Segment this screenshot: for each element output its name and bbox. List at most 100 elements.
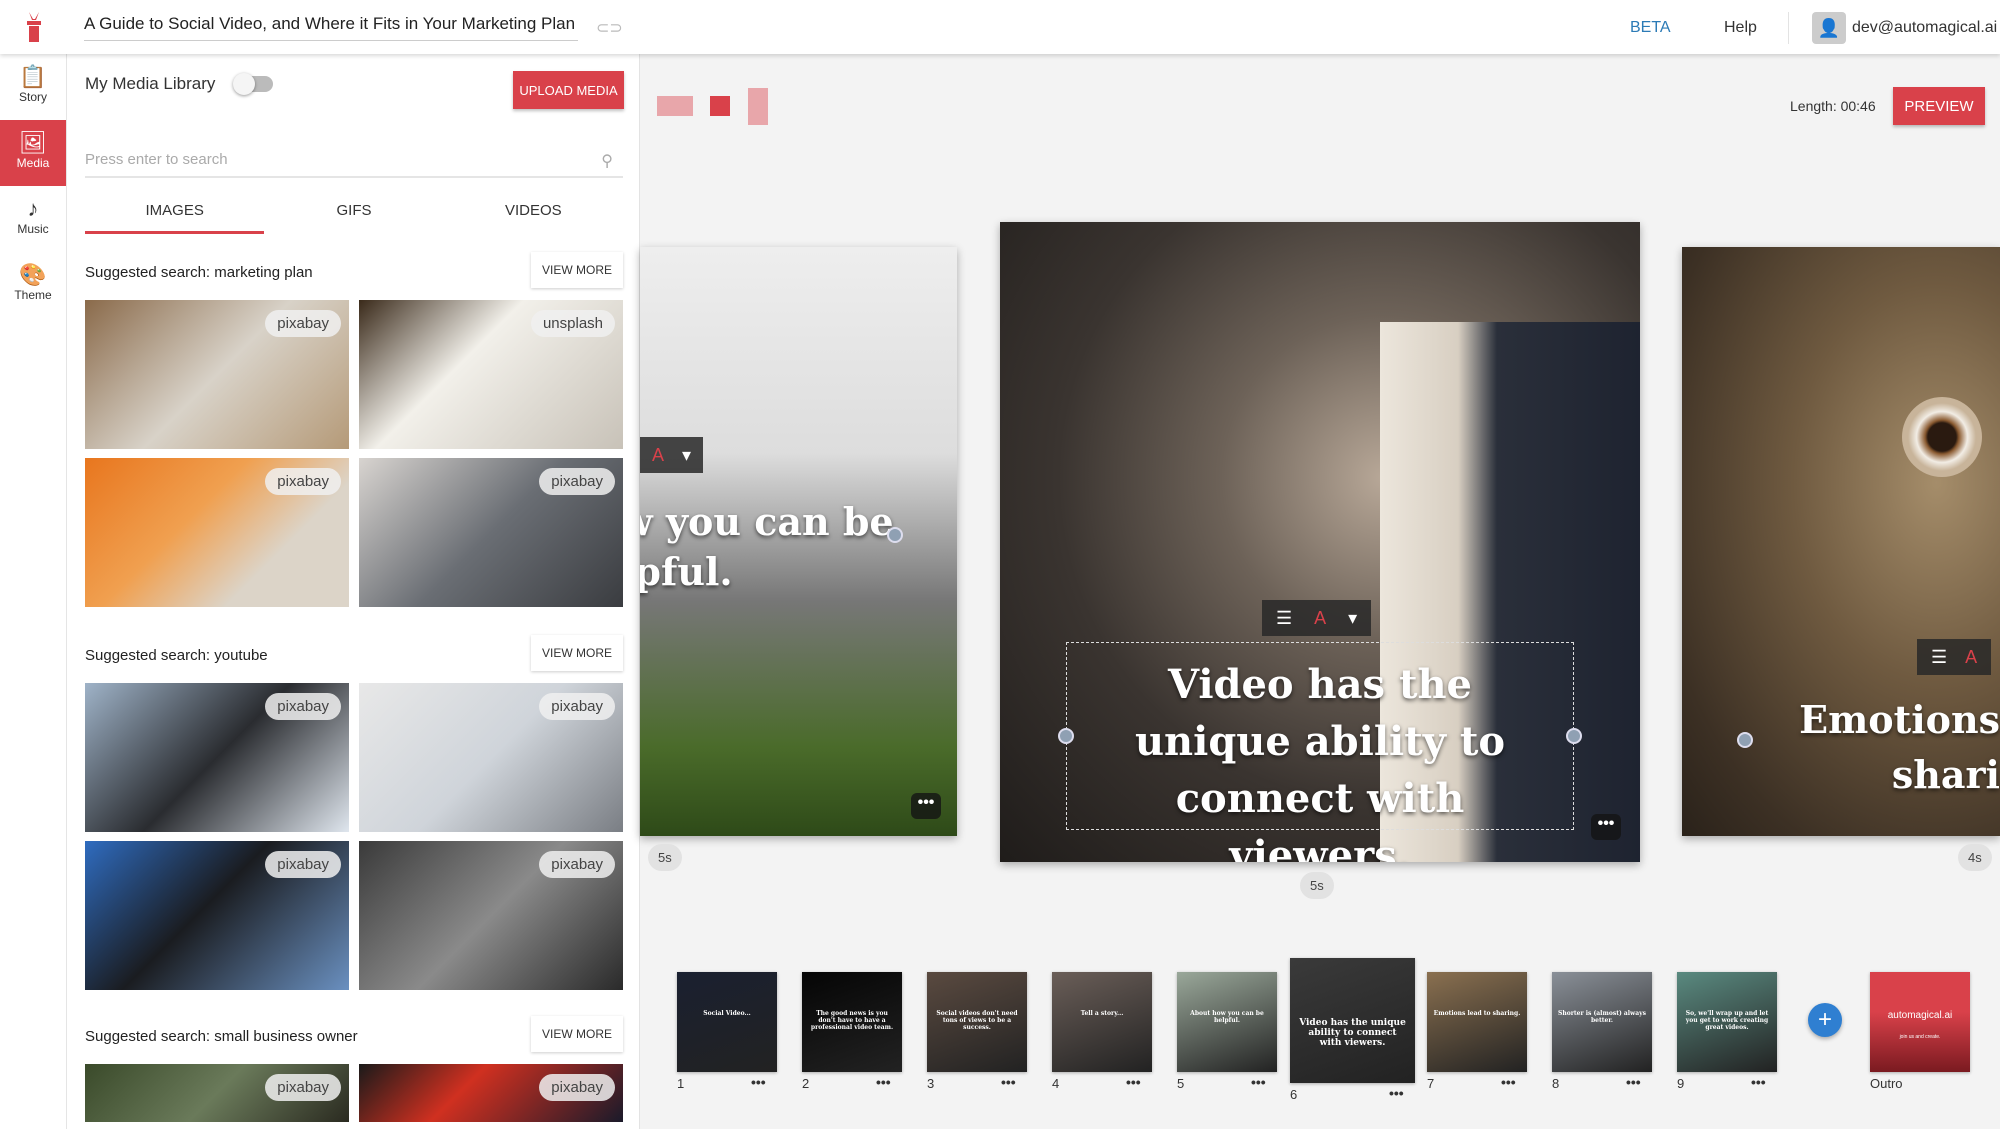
media-image[interactable]: pixabay — [359, 1064, 623, 1122]
slide-thumbnail[interactable]: Tell a story... — [1052, 972, 1152, 1072]
resize-handle-left[interactable] — [1058, 728, 1074, 744]
clipboard-icon: 📋 — [19, 64, 47, 89]
chevron-down-icon[interactable]: ▾ — [682, 445, 691, 466]
slide-text[interactable]: Emotions shari — [1780, 692, 2000, 802]
slide-card-current[interactable]: ☰ A ▾ Video has the unique ability to conn… — [1000, 222, 1640, 862]
text-toolbar: ☰ A — [1917, 639, 1992, 675]
slide-menu-button[interactable]: ••• — [751, 1074, 766, 1090]
slide-thumbnail[interactable]: Shorter is (almost) always better. — [1552, 972, 1652, 1072]
slide-menu-button[interactable]: ••• — [1001, 1074, 1016, 1090]
slide-thumbnail[interactable]: Video has the unique ability to connect … — [1290, 958, 1415, 1083]
slide-thumbnail[interactable]: So, we'll wrap up and let you get to wor… — [1677, 972, 1777, 1072]
media-image[interactable]: pixabay — [85, 841, 349, 990]
media-image[interactable]: pixabay — [359, 841, 623, 990]
chevron-down-icon[interactable]: ▾ — [1348, 608, 1357, 629]
media-image[interactable]: pixabay — [85, 1064, 349, 1122]
view-more-button[interactable]: VIEW MORE — [531, 1016, 623, 1052]
source-badge: pixabay — [265, 310, 341, 337]
sidebar-item-theme[interactable]: 🎨 Theme — [0, 252, 66, 318]
sidebar-item-media[interactable]: 🖼 Media — [0, 120, 66, 186]
tab-gifs[interactable]: GIFS — [264, 194, 443, 234]
slide-number: 5 — [1177, 1076, 1185, 1091]
slide-menu-button[interactable]: ••• — [1251, 1074, 1266, 1090]
indent-icon[interactable]: ☰ — [1931, 647, 1947, 668]
layout-square-icon[interactable] — [710, 96, 730, 116]
thumbnail-text: About how you can be helpful. — [1190, 1010, 1264, 1024]
my-media-library-toggle[interactable] — [233, 73, 273, 95]
layout-portrait-icon[interactable] — [748, 88, 768, 125]
thumbnail-text: Social videos don't need tons of views t… — [936, 1010, 1018, 1031]
sidebar-item-music[interactable]: ♪ Music — [0, 186, 66, 252]
media-image[interactable]: pixabay — [359, 683, 623, 832]
view-more-button[interactable]: VIEW MORE — [531, 252, 623, 288]
editor-area: Length: 00:46 PREVIEW A▾ w you can be lp… — [640, 54, 2000, 1129]
tab-images[interactable]: IMAGES — [85, 194, 265, 234]
resize-handle[interactable] — [1737, 732, 1753, 748]
tab-videos[interactable]: VIDEOS — [444, 194, 623, 234]
media-image[interactable]: pixabay — [85, 458, 349, 607]
slide-duration[interactable]: 4s — [1958, 844, 1992, 871]
thumbnail-text: Shorter is (almost) always better. — [1558, 1010, 1646, 1024]
slide-thumbnail[interactable]: Social Video... — [677, 972, 777, 1072]
help-link[interactable]: Help — [1724, 19, 1757, 37]
link-icon[interactable]: ⊂⊃ — [596, 18, 623, 38]
thumbnail-text: Social Video... — [703, 1010, 751, 1017]
slide-text[interactable]: Video has the unique ability to connect … — [1090, 656, 1550, 862]
top-bar: A Guide to Social Video, and Where it Fi… — [0, 0, 2000, 54]
slide-duration[interactable]: 5s — [648, 844, 682, 871]
indent-icon[interactable]: ☰ — [1276, 608, 1292, 629]
slide-thumbnail[interactable]: The good news is you don't have to have … — [802, 972, 902, 1072]
slide-menu-button[interactable]: ••• — [1126, 1074, 1141, 1090]
media-image[interactable]: pixabay — [359, 458, 623, 607]
media-image[interactable]: unsplash — [359, 300, 623, 449]
sidebar-item-label: Music — [17, 222, 49, 236]
view-more-button[interactable]: VIEW MORE — [531, 635, 623, 671]
slide-text[interactable]: w you can be lpful. — [640, 497, 894, 597]
slide-background-image — [1902, 397, 1982, 477]
slide-menu-button[interactable]: ••• — [1501, 1074, 1516, 1090]
resize-handle[interactable] — [887, 527, 903, 543]
beta-link[interactable]: BETA — [1630, 19, 1671, 37]
slide-thumbnail[interactable]: About how you can be helpful. — [1177, 972, 1277, 1072]
video-title-input[interactable]: A Guide to Social Video, and Where it Fi… — [84, 14, 578, 41]
slide-number: 3 — [927, 1076, 935, 1091]
search-input[interactable]: Press enter to search ⚲ — [85, 146, 623, 178]
user-email[interactable]: dev@automagical.ai — [1852, 19, 1997, 37]
my-media-library-label: My Media Library — [85, 74, 216, 93]
sidebar-item-story[interactable]: 📋 Story — [0, 54, 66, 120]
slide-number: 2 — [802, 1076, 810, 1091]
media-panel: My Media Library UPLOAD MEDIA Press ente… — [67, 54, 640, 1129]
slide-card-previous[interactable]: A ▾ w you can be lpful. ••• — [640, 247, 957, 836]
add-slide-button[interactable]: + — [1808, 1003, 1842, 1037]
slide-more-button[interactable]: ••• — [1591, 814, 1621, 840]
text-color-icon[interactable]: A — [652, 445, 664, 466]
sidebar-item-label: Theme — [14, 288, 52, 302]
text-color-icon[interactable]: A — [1314, 608, 1326, 629]
suggested-search-title: Suggested search: marketing plan — [85, 264, 313, 281]
outro-tagline: join us and create. — [1899, 1034, 1941, 1040]
search-placeholder: Press enter to search — [85, 151, 228, 168]
slide-card-next[interactable]: ☰ A Emotions shari — [1682, 247, 2000, 836]
avatar[interactable]: 👤 — [1812, 12, 1846, 44]
slide-menu-button[interactable]: ••• — [1389, 1085, 1404, 1101]
slide-thumbnail[interactable]: Emotions lead to sharing. — [1427, 972, 1527, 1072]
slide-duration[interactable]: 5s — [1300, 872, 1334, 899]
music-icon: ♪ — [27, 196, 39, 221]
source-badge: pixabay — [539, 1074, 615, 1101]
upload-media-button[interactable]: UPLOAD MEDIA — [513, 71, 624, 109]
media-image[interactable]: pixabay — [85, 300, 349, 449]
text-color-icon[interactable]: A — [1965, 647, 1977, 668]
outro-thumbnail[interactable]: automagical.ai join us and create. — [1870, 972, 1970, 1072]
slide-more-button[interactable]: ••• — [911, 793, 941, 819]
media-image[interactable]: pixabay — [85, 683, 349, 832]
slide-menu-button[interactable]: ••• — [1751, 1074, 1766, 1090]
sidebar-nav: 📋 Story 🖼 Media ♪ Music 🎨 Theme — [0, 54, 67, 1129]
preview-button[interactable]: PREVIEW — [1893, 87, 1985, 125]
source-badge: pixabay — [539, 851, 615, 878]
search-icon[interactable]: ⚲ — [601, 148, 613, 176]
slide-thumbnail[interactable]: Social videos don't need tons of views t… — [927, 972, 1027, 1072]
resize-handle-right[interactable] — [1566, 728, 1582, 744]
slide-menu-button[interactable]: ••• — [1626, 1074, 1641, 1090]
slide-menu-button[interactable]: ••• — [876, 1074, 891, 1090]
layout-landscape-icon[interactable] — [657, 96, 693, 116]
